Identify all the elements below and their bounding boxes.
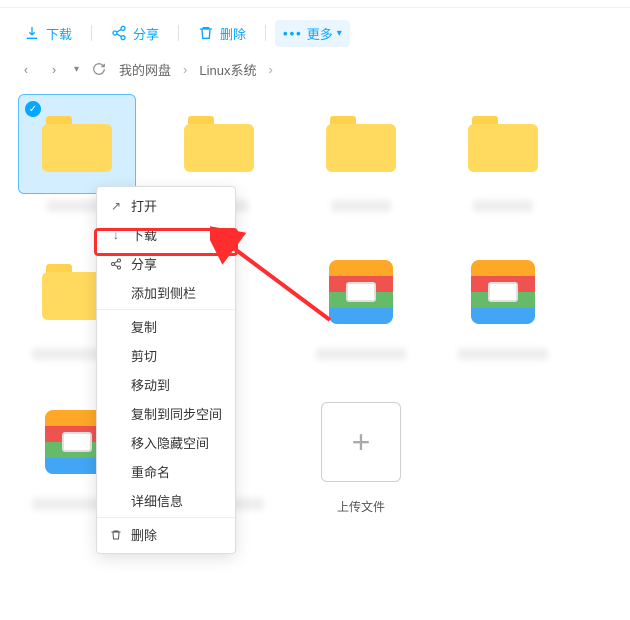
blank-icon [109,494,123,508]
blank-icon [109,465,123,479]
menu-copy-sync[interactable]: 复制到同步空间 [97,399,235,428]
breadcrumb: ‹ › ▾ 我的网盘 › Linux系统 › [0,52,630,86]
menu-delete-label: 删除 [131,525,157,544]
menu-details[interactable]: 详细信息 [97,486,235,515]
download-button[interactable]: 下载 [14,20,82,47]
item-label [473,200,533,212]
file-grid: ✓ -6... + 上传文件 [0,86,630,523]
open-icon: ↗ [109,199,123,213]
item-label [316,348,406,360]
upload-item[interactable]: + 上传文件 [302,392,420,515]
menu-copy[interactable]: 复制 [97,312,235,341]
upload-plus-icon[interactable]: + [321,402,401,482]
zip-file-item[interactable] [302,242,420,362]
share-label: 分享 [133,24,159,43]
menu-move-hidden[interactable]: 移入隐藏空间 [97,428,235,457]
menu-cut-label: 剪切 [131,346,157,365]
folder-icon [468,116,538,172]
folder-icon [184,116,254,172]
zip-icon [471,260,535,324]
trash-icon [198,25,214,41]
crumb-separator: › [268,62,272,77]
item-label [331,200,391,212]
folder-item[interactable] [302,94,420,212]
menu-open-label: 打开 [131,196,157,215]
trash-icon [109,528,123,542]
menu-rename[interactable]: 重命名 [97,457,235,486]
menu-share-label: 分享 [131,254,157,273]
blank-icon [109,436,123,450]
refresh-button[interactable] [91,61,107,77]
upload-label: 上传文件 [337,498,385,515]
menu-rename-label: 重命名 [131,462,170,481]
share-icon [111,25,127,41]
zip-icon [329,260,393,324]
chevron-down-icon: ▾ [337,28,342,39]
menu-open[interactable]: ↗ 打开 [97,191,235,220]
crumb-folder[interactable]: Linux系统 [199,60,256,79]
menu-copy-sync-label: 复制到同步空间 [131,404,222,423]
menu-separator [97,517,235,518]
crumb-separator: › [183,62,187,77]
divider [265,25,266,41]
menu-separator [97,309,235,310]
menu-download[interactable]: ↓ 下载 [97,220,235,249]
menu-copy-label: 复制 [131,317,157,336]
delete-label: 删除 [220,24,246,43]
blank-icon [109,320,123,334]
refresh-icon [92,62,106,76]
menu-share[interactable]: 分享 [97,249,235,278]
download-icon [24,25,40,41]
menu-move-hidden-label: 移入隐藏空间 [131,433,209,452]
item-label [458,348,548,360]
blank-icon [109,407,123,421]
blank-icon [109,378,123,392]
selection-check-icon: ✓ [25,101,41,117]
toolbar: 下载 分享 删除 ••• 更多 ▾ [0,14,630,52]
history-dropdown[interactable]: ▾ [74,64,79,75]
divider [91,25,92,41]
share-button[interactable]: 分享 [101,20,169,47]
folder-icon [326,116,396,172]
crumb-root[interactable]: 我的网盘 [119,60,171,79]
folder-item[interactable] [444,94,562,212]
download-icon: ↓ [109,228,123,242]
zip-file-item[interactable] [444,242,562,362]
delete-button[interactable]: 删除 [188,20,256,47]
blank-icon [109,349,123,363]
nav-forward-button[interactable]: › [46,61,62,77]
share-icon [109,257,123,271]
context-menu: ↗ 打开 ↓ 下载 分享 添加到侧栏 复制 剪切 移动到 复制到同步空间 移入隐… [96,186,236,554]
more-button[interactable]: ••• 更多 ▾ [275,20,350,47]
more-label: 更多 [307,24,333,43]
folder-icon [42,116,112,172]
divider [178,25,179,41]
menu-move-to-label: 移动到 [131,375,170,394]
dots-icon: ••• [283,26,303,41]
menu-delete[interactable]: 删除 [97,520,235,549]
menu-download-label: 下载 [131,225,157,244]
menu-move-to[interactable]: 移动到 [97,370,235,399]
menu-add-sidebar[interactable]: 添加到侧栏 [97,278,235,307]
menu-details-label: 详细信息 [131,491,183,510]
blank-icon [109,286,123,300]
menu-add-sidebar-label: 添加到侧栏 [131,283,196,302]
download-label: 下载 [46,24,72,43]
menu-cut[interactable]: 剪切 [97,341,235,370]
nav-back-button[interactable]: ‹ [18,61,34,77]
